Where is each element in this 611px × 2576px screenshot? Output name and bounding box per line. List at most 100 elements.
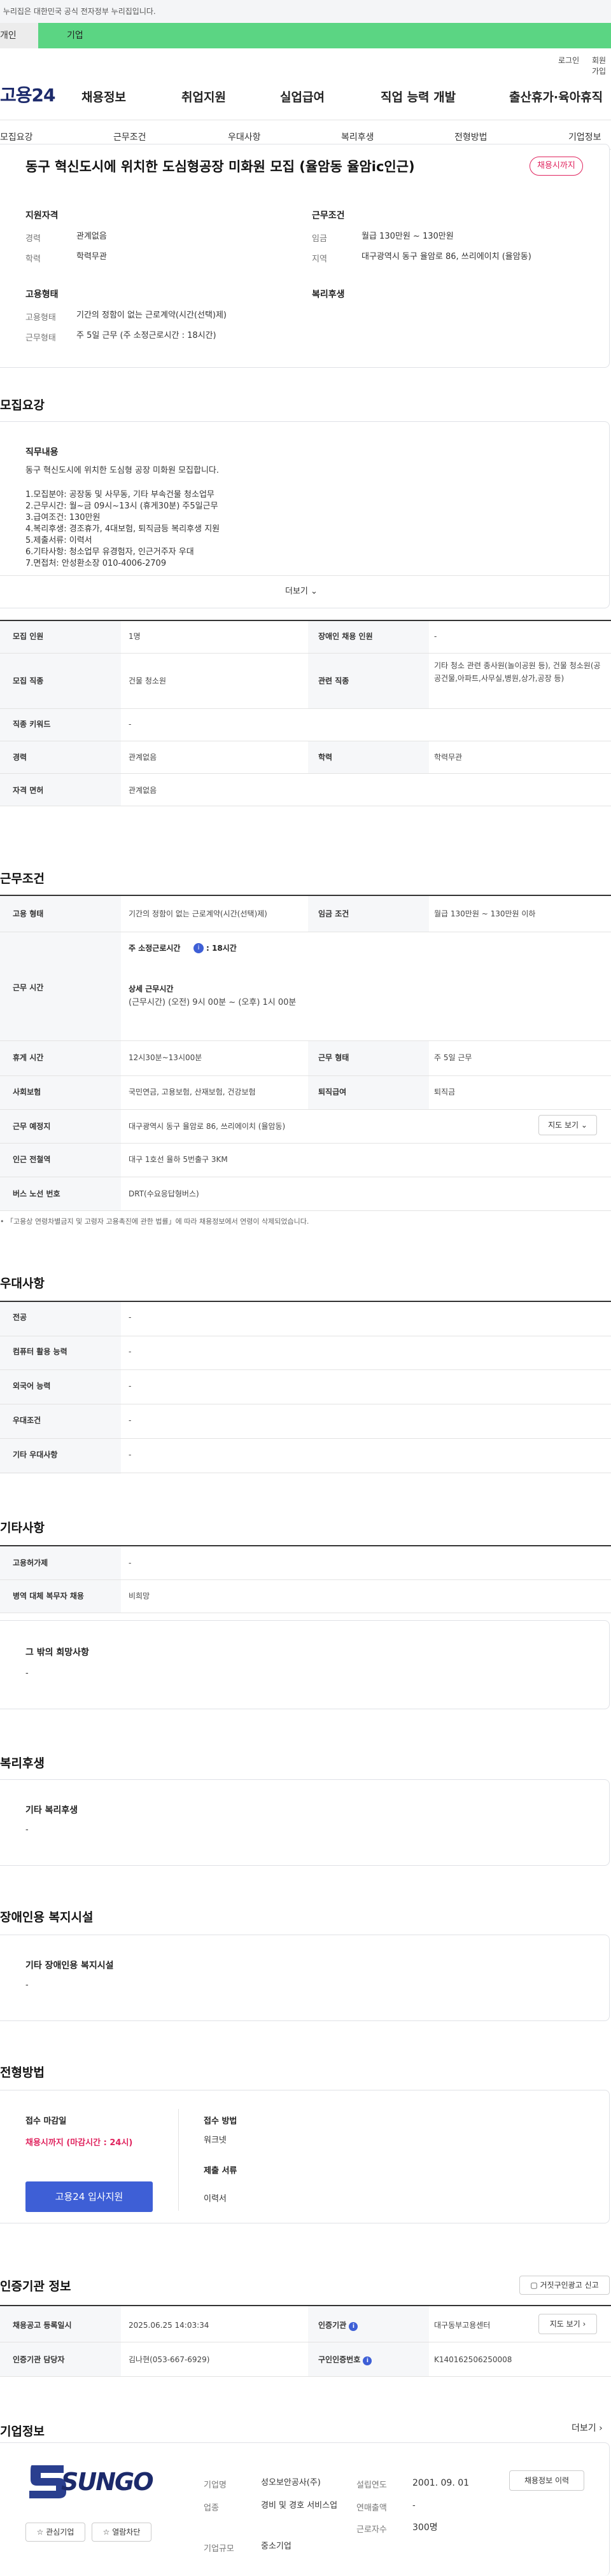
th-org-label: 인증기관 [318, 2321, 347, 2330]
company-logo-text: SUNGO [61, 2468, 154, 2496]
th-cert-id-label: 구인인증번호 [318, 2355, 361, 2364]
more-button[interactable]: 더보기 ⌄ [285, 585, 318, 598]
facility-card [0, 1935, 610, 2021]
employees-key: 근로자수 [356, 2525, 387, 2535]
detail-hours-label: 상세 근무시간 [129, 984, 174, 993]
wage-key: 임금 [312, 234, 327, 244]
section-company-title: 기업정보 [0, 2425, 45, 2439]
agency-map-label: 지도 보기 [549, 2320, 580, 2328]
td-subway: 대구 1호선 율하 5번출구 3KM [129, 1155, 228, 1164]
chevron-down-icon: ⌄ [311, 587, 318, 596]
map-button-label: 지도 보기 [548, 1121, 579, 1130]
th-hours: 근무 시간 [13, 983, 44, 992]
row-divider [0, 1579, 611, 1580]
td-language: - [129, 1382, 132, 1390]
th-disabled: 장애인 채용 인원 [318, 632, 373, 641]
gov-banner-text: 이 누리집은 대한민국 공식 전자정부 누리집입니다. [0, 7, 156, 16]
tab-business[interactable]: 기업 [38, 23, 611, 48]
gov-banner: 이 누리집은 대한민국 공식 전자정부 누리집입니다. [0, 0, 611, 23]
edu-value: 학력무관 [76, 252, 107, 262]
docs-key: 제출 서류 [204, 2166, 237, 2176]
td-place: 대구광역시 동구 율암로 86, 쓰리에이치 (율암동) [129, 1122, 286, 1131]
company-name-key: 기업명 [204, 2481, 227, 2490]
duty-line-2: 1.모집분야: 공장동 및 사무동, 기타 부속건물 청소업무 [25, 490, 214, 500]
td-major: - [129, 1313, 132, 1322]
tab-personal[interactable]: 개인 [0, 23, 38, 48]
agency-map-button[interactable]: 지도 보기 › [538, 2314, 597, 2334]
chevron-right-icon: › [599, 2423, 603, 2433]
th-keyword: 직종 키워드 [13, 720, 51, 729]
gnb-training[interactable]: 직업 능력 개발 [381, 88, 456, 105]
info-icon[interactable]: i [363, 2356, 372, 2365]
row-divider [0, 2376, 611, 2377]
deadline-badge: 채용시까지 [530, 157, 583, 176]
chevron-down-icon: ⌄ [580, 1121, 587, 1130]
th-related: 관련 직종 [318, 676, 349, 685]
th-retire: 퇴직급여 [318, 1088, 347, 1096]
history-button[interactable]: 채용정보 이력 [509, 2470, 584, 2491]
report-button[interactable]: ▢ 거짓구인광고 신고 [519, 2276, 610, 2295]
th-job: 모집 직종 [13, 676, 44, 685]
login-link[interactable]: 로그인 [558, 55, 579, 66]
td-job: 건물 청소원 [129, 676, 167, 685]
section-process-title: 전형방법 [0, 2066, 45, 2080]
found-value: 2001. 09. 01 [412, 2478, 470, 2488]
gnb-jobs[interactable]: 채용정보 [81, 88, 126, 105]
week-hours-label: 주 소정근로시간 [129, 944, 181, 953]
company-more-link[interactable]: 더보기 › [572, 2422, 603, 2435]
block-button[interactable]: ☆ 열람차단 [92, 2523, 151, 2542]
td-emp: 기간의 정함이 없는 근로계약(시간(선택)제) [129, 909, 267, 918]
th-language: 외국어 능력 [13, 1382, 51, 1390]
gnb-unemployment[interactable]: 실업급여 [280, 88, 325, 105]
th-major: 전공 [13, 1313, 27, 1322]
report-icon: ▢ [530, 2281, 538, 2290]
type-title: 고용형태 [25, 290, 59, 300]
docs-value: 이력서 [204, 2194, 227, 2204]
th-career: 경력 [13, 753, 27, 762]
hope-value: - [25, 1669, 29, 1678]
age-note-text: 「고용상 연령차별금지 및 고령자 고용촉진에 관한 법률」에 따라 채용정보에… [6, 1217, 309, 1226]
td-insurance: 국민연금, 고용보험, 산재보험, 건강보험 [129, 1088, 256, 1096]
apply-button[interactable]: 고용24 입사지원 [25, 2181, 153, 2212]
duty-line-8: 7.면접처: 안성환소장 010-4006-2709 [25, 559, 167, 568]
report-label: 거짓구인광고 신고 [540, 2281, 599, 2290]
row-divider [0, 1369, 611, 1370]
subnav-welfare[interactable]: 복리후생 [341, 130, 374, 143]
found-key: 설립연도 [356, 2481, 387, 2490]
industry-key: 업종 [204, 2503, 219, 2513]
subnav-company[interactable]: 기업정보 [568, 130, 601, 143]
td-edu: 학력무관 [434, 753, 463, 762]
td-pref-cond: - [129, 1416, 132, 1425]
subnav-conditions[interactable]: 근무조건 [113, 130, 146, 143]
td-bus: DRT(수요응답형버스) [129, 1189, 199, 1198]
chevron-right-icon: › [582, 2320, 586, 2328]
job-title: 동구 혁신도시에 위치한 도심형공장 미화원 모집 (율암동 율암ic인근) [25, 159, 415, 174]
info-icon[interactable]: i [193, 943, 204, 953]
wage-value: 월급 130만원 ~ 130만원 [362, 232, 454, 241]
qual-title: 지원자격 [25, 211, 59, 221]
size-value: 중소기업 [261, 2542, 291, 2551]
facility-box-title: 기타 장애인용 복지시설 [25, 1961, 114, 1971]
td-military: 비희망 [129, 1592, 150, 1600]
interest-button[interactable]: ☆ 관심기업 [25, 2523, 85, 2542]
subnav-prefer[interactable]: 우대사항 [228, 130, 261, 143]
th-worktype: 근무 형태 [318, 1053, 349, 1062]
td-retire: 퇴직금 [434, 1088, 456, 1096]
subnav-process[interactable]: 전형방법 [454, 130, 488, 143]
td-worktype: 주 5일 근무 [434, 1053, 472, 1062]
site-logo[interactable]: 고용24 [0, 81, 55, 107]
gnb-leave[interactable]: 출산휴가·육아휴직 [509, 88, 603, 105]
block-label: 열람차단 [112, 2528, 141, 2537]
td-cert-id: K140162506250008 [434, 2355, 512, 2364]
th-license: 자격 면허 [13, 786, 44, 795]
th-military: 병역 대체 복무자 채용 [13, 1592, 84, 1600]
th-rest: 휴게 시간 [13, 1053, 44, 1062]
join-link[interactable]: 회원가입 [592, 55, 611, 76]
hope-card [0, 1620, 610, 1709]
deadline-key: 접수 마감일 [25, 2117, 67, 2126]
gnb-employment-support[interactable]: 취업지원 [181, 88, 226, 105]
info-icon[interactable]: i [349, 2322, 358, 2331]
size-key: 기업규모 [204, 2544, 234, 2554]
map-button[interactable]: 지도 보기 ⌄ [538, 1115, 597, 1135]
subnav-recruit[interactable]: 모집요강 [0, 130, 33, 143]
